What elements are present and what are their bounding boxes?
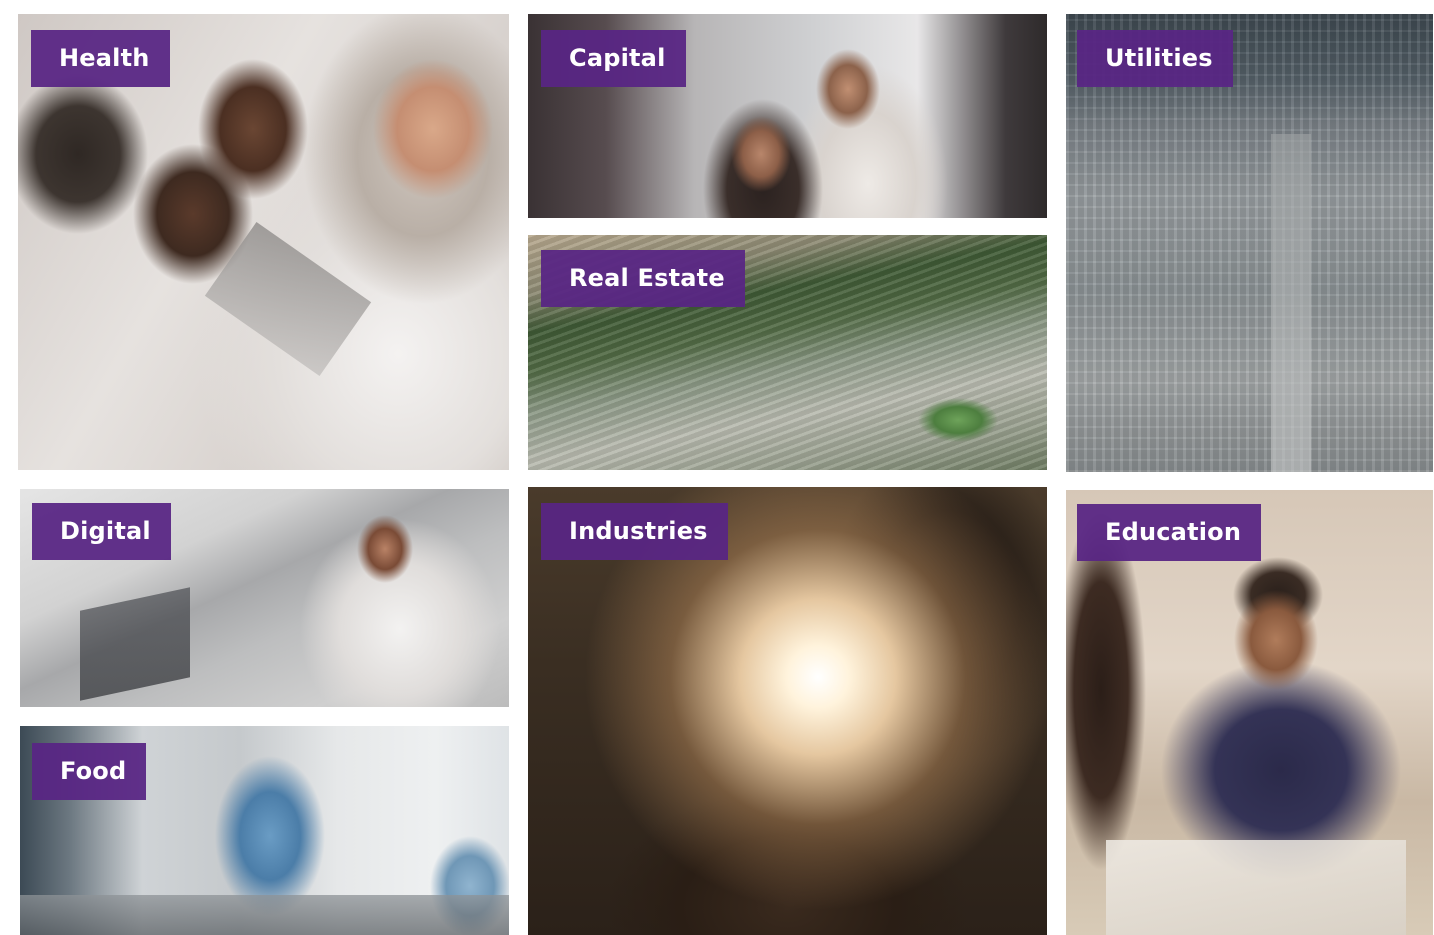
sector-tile-education[interactable]: Education — [1066, 490, 1433, 935]
road-shape — [1271, 134, 1311, 472]
sector-label-industries: Industries — [541, 503, 728, 560]
sector-label-capital: Capital — [541, 30, 686, 87]
sector-tile-health[interactable]: Health — [18, 14, 509, 470]
sector-label-digital: Digital — [32, 503, 171, 560]
sector-tile-utilities[interactable]: Utilities — [1066, 14, 1433, 472]
sector-tile-digital[interactable]: Digital — [20, 489, 509, 707]
counter-shape — [20, 895, 509, 935]
sector-label-real-estate: Real Estate — [541, 250, 745, 307]
sector-tile-real-estate[interactable]: Real Estate — [528, 235, 1047, 470]
sector-tile-capital[interactable]: Capital — [528, 14, 1047, 218]
sector-label-food: Food — [32, 743, 147, 800]
sector-tile-industries[interactable]: Industries — [528, 487, 1047, 935]
paper-shape — [1106, 840, 1406, 935]
sector-label-utilities: Utilities — [1077, 30, 1233, 87]
sector-tile-food[interactable]: Food — [20, 726, 509, 935]
sector-label-education: Education — [1077, 504, 1262, 561]
sector-label-health: Health — [31, 30, 170, 87]
